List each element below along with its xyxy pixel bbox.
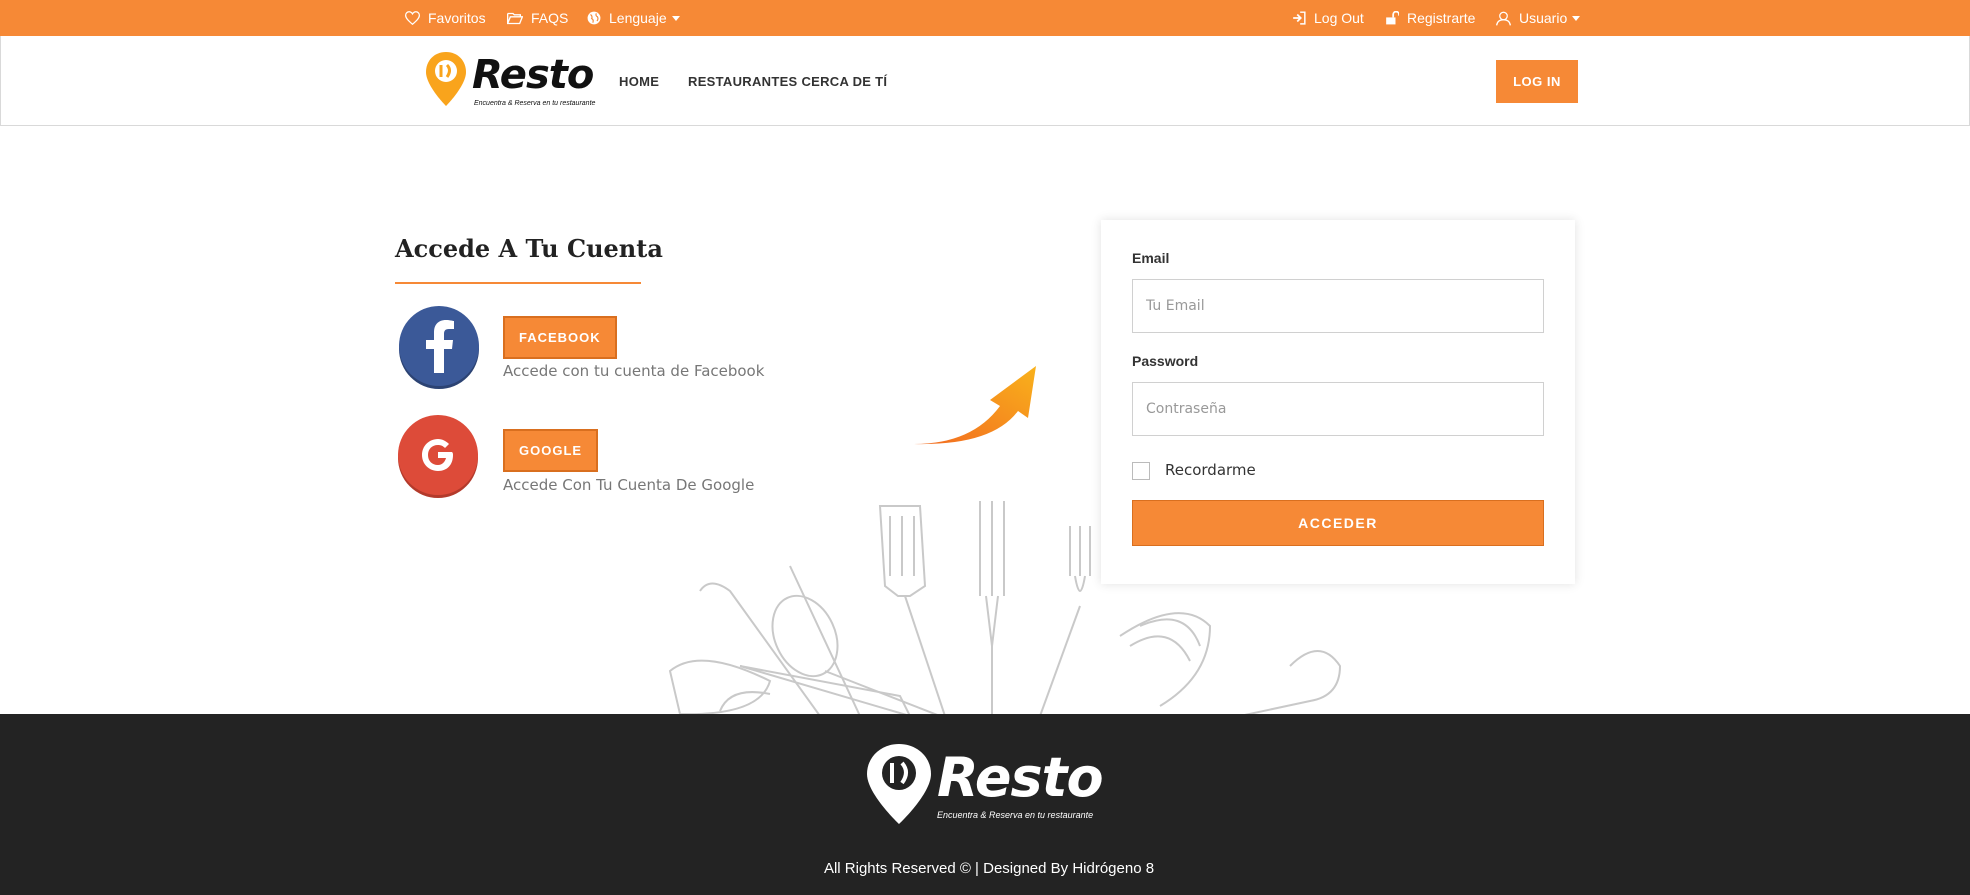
- facebook-login-button[interactable]: FACEBOOK: [503, 316, 617, 359]
- user-icon: [1496, 11, 1511, 26]
- nav-home[interactable]: HOME: [619, 74, 659, 89]
- map-pin-logo-icon: [867, 744, 931, 824]
- favoritos-link[interactable]: Favoritos: [405, 0, 486, 36]
- top-bar: Favoritos FAQS Lenguaje Log Out Registra…: [0, 0, 1970, 36]
- footer: Resto Encuentra & Reserva en tu restaura…: [0, 714, 1970, 895]
- logout-label: Log Out: [1314, 10, 1364, 26]
- email-label: Email: [1132, 250, 1170, 266]
- logout-link[interactable]: Log Out: [1292, 0, 1364, 36]
- brand-logo[interactable]: Resto Encuentra & Reserva en tu restaura…: [424, 50, 596, 112]
- google-login-button[interactable]: GOOGLE: [503, 429, 599, 472]
- login-form-card: Email Password Recordarme ACCEDER: [1101, 220, 1575, 584]
- faqs-link[interactable]: FAQS: [507, 0, 568, 36]
- heart-icon: [405, 11, 420, 25]
- copyright-text: All Rights Reserved © | Designed By Hidr…: [823, 860, 1155, 877]
- login-button[interactable]: LOG IN: [1496, 60, 1578, 103]
- brand-name: Resto: [472, 52, 594, 98]
- chevron-down-icon: [671, 15, 680, 21]
- brand-tagline: Encuentra & Reserva en tu restaurante: [474, 100, 596, 107]
- facebook-description: Accede con tu cuenta de Facebook: [503, 362, 765, 380]
- password-label: Password: [1132, 353, 1199, 369]
- language-dropdown[interactable]: Lenguaje: [587, 0, 680, 36]
- register-label: Registrarte: [1407, 10, 1476, 26]
- user-label: Usuario: [1519, 10, 1568, 26]
- page-title: Accede A Tu Cuenta: [395, 234, 663, 263]
- footer-brand-logo[interactable]: Resto Encuentra & Reserva en tu restaura…: [865, 742, 1105, 832]
- email-field[interactable]: [1132, 279, 1544, 333]
- unlock-icon: [1386, 11, 1399, 25]
- sign-in-icon: [1293, 11, 1306, 25]
- faqs-label: FAQS: [531, 10, 569, 26]
- password-field[interactable]: [1132, 382, 1544, 436]
- user-dropdown[interactable]: Usuario: [1496, 0, 1581, 36]
- nav-restaurants-nearby[interactable]: RESTAURANTES CERCA DE TÍ: [688, 74, 887, 89]
- globe-icon: [587, 11, 601, 25]
- google-description: Accede Con Tu Cuenta De Google: [503, 476, 755, 494]
- curved-arrow-icon: [914, 366, 1036, 445]
- favoritos-label: Favoritos: [428, 10, 486, 26]
- google-icon[interactable]: [398, 415, 478, 495]
- footer-brand-tagline: Encuentra & Reserva en tu restaurante: [937, 810, 1094, 820]
- register-link[interactable]: Registrarte: [1385, 0, 1475, 36]
- footer-brand-name: Resto: [937, 746, 1104, 809]
- login-page-content: Accede A Tu Cuenta FACEBOOK Accede con t…: [0, 126, 1970, 714]
- remember-checkbox[interactable]: [1132, 462, 1150, 480]
- submit-button[interactable]: ACCEDER: [1132, 500, 1544, 546]
- chevron-down-icon: [1572, 15, 1581, 21]
- title-underline: [395, 282, 641, 284]
- facebook-icon[interactable]: [399, 306, 479, 386]
- folder-open-icon: [507, 12, 523, 24]
- map-pin-logo-icon: [426, 52, 466, 106]
- remember-label[interactable]: Recordarme: [1165, 461, 1256, 479]
- main-header: Resto Encuentra & Reserva en tu restaura…: [0, 36, 1970, 126]
- language-label: Lenguaje: [609, 10, 667, 26]
